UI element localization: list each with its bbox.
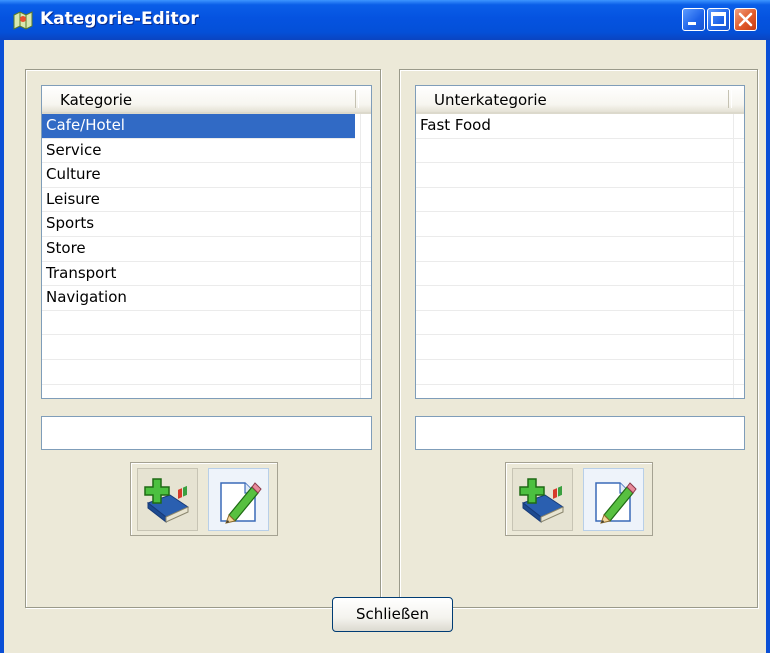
list-item-empty[interactable] xyxy=(416,311,744,336)
column-separator[interactable] xyxy=(728,90,732,108)
category-list[interactable]: Kategorie Cafe/Hotel Service Culture Lei… xyxy=(41,85,372,399)
subcategory-panel: Unterkategorie Fast Food xyxy=(399,69,758,608)
add-book-icon xyxy=(519,478,565,524)
list-item-empty[interactable] xyxy=(42,335,371,360)
list-item-empty[interactable] xyxy=(416,188,744,213)
list-item[interactable]: Leisure xyxy=(42,188,371,213)
list-item-empty[interactable] xyxy=(416,335,744,360)
category-rows: Cafe/Hotel Service Culture Leisure Sport… xyxy=(42,114,371,398)
subcategory-rows: Fast Food xyxy=(416,114,744,398)
subcategory-column-header[interactable]: Unterkategorie xyxy=(416,86,744,114)
list-item[interactable]: Culture xyxy=(42,163,371,188)
list-item-empty[interactable] xyxy=(416,286,744,311)
close-icon xyxy=(738,12,753,27)
subcategory-list[interactable]: Unterkategorie Fast Food xyxy=(415,85,745,399)
list-item-empty[interactable] xyxy=(416,385,744,398)
maximize-icon xyxy=(711,12,726,26)
close-dialog-button[interactable]: Schließen xyxy=(332,597,453,632)
list-item-empty[interactable] xyxy=(416,360,744,385)
category-toolbar xyxy=(130,462,278,536)
subcategory-name-input[interactable] xyxy=(415,416,745,450)
add-subcategory-button[interactable] xyxy=(512,468,573,531)
close-window-button[interactable] xyxy=(734,8,757,31)
edit-pencil-icon xyxy=(595,482,637,524)
list-item[interactable]: Store xyxy=(42,237,371,262)
maximize-button[interactable] xyxy=(707,8,730,31)
list-item[interactable]: Service xyxy=(42,139,371,164)
window-title: Kategorie-Editor xyxy=(40,9,199,29)
dialog-client-area: Kategorie Cafe/Hotel Service Culture Lei… xyxy=(4,40,766,653)
subcategory-header-label: Unterkategorie xyxy=(434,91,547,109)
list-item-empty[interactable] xyxy=(42,385,371,398)
edit-pencil-icon xyxy=(220,482,262,524)
edit-category-button[interactable] xyxy=(208,468,269,531)
list-item-empty[interactable] xyxy=(416,212,744,237)
list-item-empty[interactable] xyxy=(42,360,371,385)
add-book-icon xyxy=(144,478,190,524)
title-bar[interactable]: Kategorie-Editor xyxy=(0,0,770,40)
minimize-icon xyxy=(688,22,696,25)
category-map-icon xyxy=(12,9,34,31)
category-panel: Kategorie Cafe/Hotel Service Culture Lei… xyxy=(25,69,381,608)
category-header-label: Kategorie xyxy=(60,91,133,109)
list-item-empty[interactable] xyxy=(416,163,744,188)
list-item[interactable]: Navigation xyxy=(42,286,371,311)
list-item[interactable]: Sports xyxy=(42,212,371,237)
category-name-input[interactable] xyxy=(41,416,372,450)
list-item-empty[interactable] xyxy=(416,262,744,287)
column-separator[interactable] xyxy=(355,90,359,108)
list-item-empty[interactable] xyxy=(416,237,744,262)
add-category-button[interactable] xyxy=(137,468,198,531)
list-item-empty[interactable] xyxy=(42,311,371,336)
list-item[interactable]: Fast Food xyxy=(416,114,744,139)
minimize-button[interactable] xyxy=(682,8,705,31)
edit-subcategory-button[interactable] xyxy=(583,468,644,531)
list-item-empty[interactable] xyxy=(416,139,744,164)
category-column-header[interactable]: Kategorie xyxy=(42,86,371,114)
app-window: Kategorie-Editor Kategorie Cafe/Hotel Se… xyxy=(0,0,770,653)
subcategory-toolbar xyxy=(505,462,653,536)
list-item[interactable]: Transport xyxy=(42,262,371,287)
list-item[interactable]: Cafe/Hotel xyxy=(42,114,355,139)
